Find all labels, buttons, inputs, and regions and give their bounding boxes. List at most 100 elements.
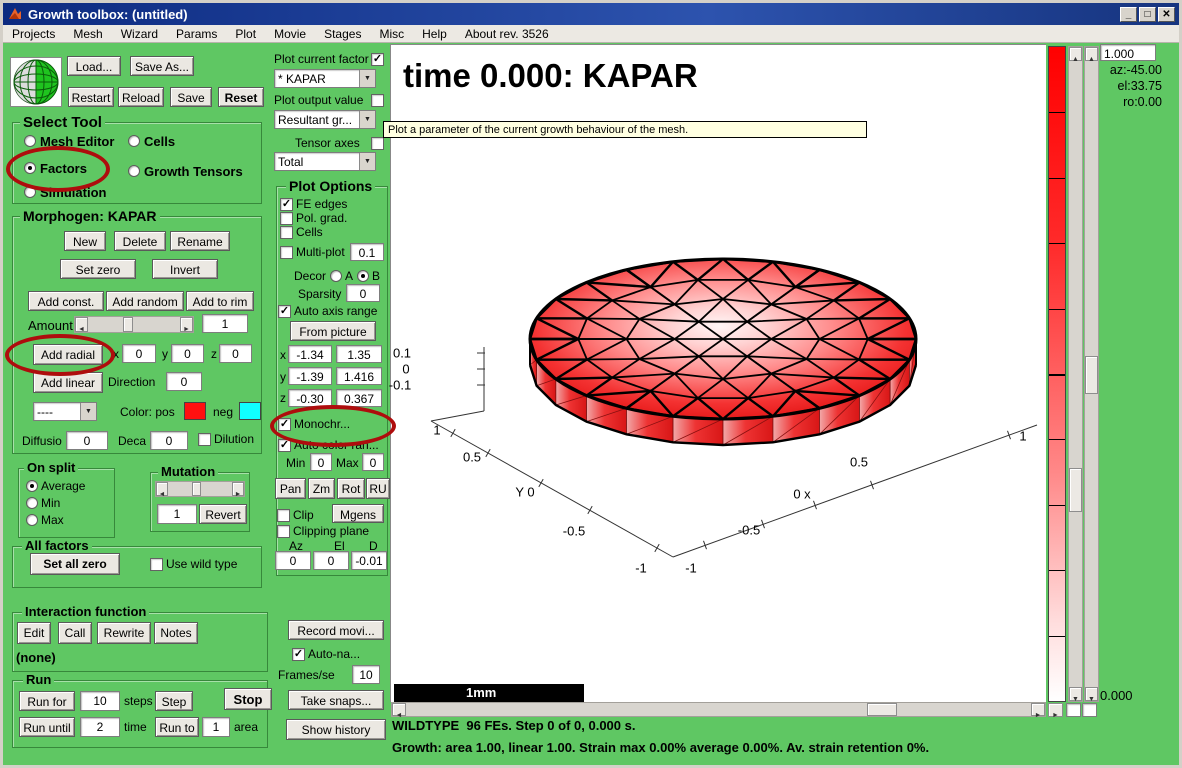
clipping-plane-checkbox[interactable] xyxy=(277,525,290,538)
direction-field[interactable]: 0 xyxy=(166,372,202,391)
menu-item[interactable]: Movie xyxy=(265,27,315,41)
title-bar[interactable]: Growth toolbox: (untitled) _ □ ✕ xyxy=(3,3,1179,25)
el-field[interactable]: 0 xyxy=(313,551,349,570)
min-radio[interactable] xyxy=(26,497,38,509)
add-const-button[interactable]: Add const. xyxy=(28,291,104,311)
plot-output-value-checkbox[interactable] xyxy=(371,94,384,107)
add-linear-button[interactable]: Add linear xyxy=(33,372,103,393)
menu-item[interactable]: Help xyxy=(413,27,456,41)
fe-edges-checkbox[interactable] xyxy=(280,198,293,211)
plot-canvas[interactable]: time 0.000: KAPAR 1mm 10.5Y 0-0.5-1-1-0.… xyxy=(390,44,1046,702)
from-picture-button[interactable]: From picture xyxy=(290,321,376,341)
load-button[interactable]: Load... xyxy=(67,56,121,76)
new-button[interactable]: New xyxy=(64,231,106,251)
call-button[interactable]: Call xyxy=(58,622,92,644)
tensor-axes-checkbox[interactable] xyxy=(371,137,384,150)
set-all-zero-button[interactable]: Set all zero xyxy=(30,553,120,575)
color-min-field[interactable]: 0 xyxy=(310,453,332,471)
steps-field[interactable]: 10 xyxy=(80,691,120,711)
multi-plot-checkbox[interactable] xyxy=(280,246,293,259)
menu-item[interactable]: Params xyxy=(167,27,226,41)
menu-item[interactable]: Plot xyxy=(226,27,265,41)
add-radial-button[interactable]: Add radial xyxy=(33,344,103,365)
use-wild-type-checkbox[interactable] xyxy=(150,558,163,571)
pol-grad-checkbox[interactable] xyxy=(280,212,293,225)
decor-a-radio[interactable] xyxy=(330,270,342,282)
mesh-3d-plot[interactable] xyxy=(391,45,1047,703)
output-dropdown[interactable]: Resultant gr... xyxy=(274,110,376,129)
pan-button[interactable]: Pan xyxy=(275,478,306,499)
diffusion-field[interactable]: 0 xyxy=(66,431,108,450)
rename-button[interactable]: Rename xyxy=(170,231,230,251)
colorbar-box-2[interactable] xyxy=(1082,703,1097,717)
axis-x-max-field[interactable]: 1.35 xyxy=(336,345,382,363)
maximize-button[interactable]: □ xyxy=(1139,7,1156,22)
notes-button[interactable]: Notes xyxy=(154,622,198,644)
zoom-button[interactable]: Zm xyxy=(308,478,335,499)
mutation-field[interactable]: 1 xyxy=(157,504,197,524)
close-button[interactable]: ✕ xyxy=(1158,7,1175,22)
amount-field[interactable]: 1 xyxy=(202,314,248,333)
dilution-checkbox[interactable] xyxy=(198,433,211,446)
axis-y-max-field[interactable]: 1.416 xyxy=(336,367,382,385)
colorbar-min-scrollbar[interactable] xyxy=(1084,46,1099,702)
factor-dropdown[interactable]: * KAPAR xyxy=(274,69,376,88)
add-to-rim-button[interactable]: Add to rim xyxy=(186,291,254,311)
color-max-field[interactable]: 0 xyxy=(362,453,384,471)
frames-field[interactable]: 10 xyxy=(352,665,380,684)
cells-radio[interactable] xyxy=(128,135,140,147)
pos-color-swatch[interactable] xyxy=(184,402,206,420)
auto-name-checkbox[interactable] xyxy=(292,648,305,661)
menu-item[interactable]: Stages xyxy=(315,27,370,41)
time-field[interactable]: 2 xyxy=(80,717,120,737)
decay-field[interactable]: 0 xyxy=(150,431,188,450)
axis-z-min-field[interactable]: -0.30 xyxy=(288,389,332,407)
edit-button[interactable]: Edit xyxy=(17,622,51,644)
add-random-button[interactable]: Add random xyxy=(106,291,184,311)
sparsity-field[interactable]: 0 xyxy=(346,284,380,302)
d-field[interactable]: -0.01 xyxy=(351,551,387,570)
restart-button[interactable]: Restart xyxy=(68,87,114,107)
menu-item[interactable]: Mesh xyxy=(64,27,111,41)
monochrome-checkbox[interactable] xyxy=(278,418,291,431)
plot-horizontal-scrollbar[interactable] xyxy=(391,702,1046,717)
auto-color-range-checkbox[interactable] xyxy=(278,439,291,452)
show-history-button[interactable]: Show history xyxy=(286,719,386,740)
clip-checkbox[interactable] xyxy=(277,509,290,522)
run-for-button[interactable]: Run for xyxy=(19,691,75,711)
delete-button[interactable]: Delete xyxy=(114,231,166,251)
tensor-dropdown[interactable]: Total xyxy=(274,152,376,171)
record-movie-button[interactable]: Record movi... xyxy=(288,620,384,640)
save-button[interactable]: Save xyxy=(170,87,212,107)
axis-z-max-field[interactable]: 0.367 xyxy=(336,389,382,407)
menu-item[interactable]: Wizard xyxy=(112,27,167,41)
menu-item[interactable]: Misc xyxy=(370,27,413,41)
preset-dropdown[interactable]: ---- xyxy=(33,402,97,421)
mesh-editor-radio[interactable] xyxy=(24,135,36,147)
stop-button[interactable]: Stop xyxy=(224,688,272,710)
menu-item[interactable]: Projects xyxy=(3,27,64,41)
neg-color-swatch[interactable] xyxy=(239,402,261,420)
max-radio[interactable] xyxy=(26,514,38,526)
colorbar-expand-button[interactable] xyxy=(1048,703,1063,717)
invert-button[interactable]: Invert xyxy=(152,259,218,279)
mgens-button[interactable]: Mgens xyxy=(332,504,384,523)
take-snapshot-button[interactable]: Take snaps... xyxy=(288,690,384,710)
area-field[interactable]: 1 xyxy=(202,717,230,737)
radial-y-field[interactable]: 0 xyxy=(171,344,204,363)
simulation-radio[interactable] xyxy=(24,186,36,198)
amount-slider[interactable] xyxy=(74,316,194,333)
menu-item[interactable]: About rev. 3526 xyxy=(456,27,558,41)
rewrite-button[interactable]: Rewrite xyxy=(97,622,151,644)
run-to-button[interactable]: Run to xyxy=(155,717,199,737)
multi-plot-field[interactable]: 0.1 xyxy=(350,243,384,261)
auto-axis-range-checkbox[interactable] xyxy=(278,305,291,318)
set-zero-button[interactable]: Set zero xyxy=(60,259,136,279)
axis-y-min-field[interactable]: -1.39 xyxy=(288,367,332,385)
decor-b-radio[interactable] xyxy=(357,270,369,282)
revert-button[interactable]: Revert xyxy=(199,504,247,524)
radial-z-field[interactable]: 0 xyxy=(219,344,252,363)
minimize-button[interactable]: _ xyxy=(1120,7,1137,22)
step-button[interactable]: Step xyxy=(155,691,193,711)
reload-button[interactable]: Reload xyxy=(118,87,164,107)
